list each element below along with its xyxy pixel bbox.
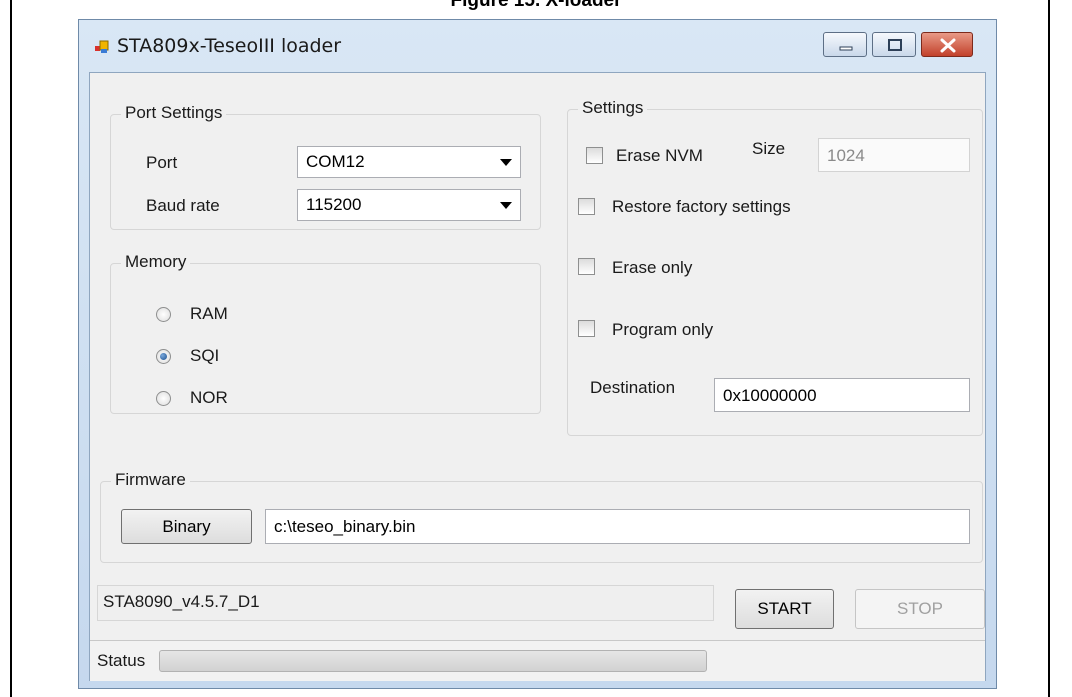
restore-factory-label[interactable]: Restore factory settings xyxy=(612,197,791,217)
program-only-checkbox[interactable] xyxy=(578,320,595,337)
port-settings-group: Port Settings Port COM12 Baud rate 11520… xyxy=(110,103,541,230)
title-bar[interactable]: STA809x-TeseoIII loader xyxy=(79,20,996,64)
app-icon xyxy=(95,40,109,53)
program-only-label[interactable]: Program only xyxy=(612,320,713,340)
baud-rate-select[interactable]: 115200 xyxy=(297,189,521,221)
close-button[interactable] xyxy=(921,32,973,57)
stop-button[interactable]: STOP xyxy=(855,589,985,629)
maximize-icon xyxy=(888,39,902,51)
status-bar: Status xyxy=(90,640,985,681)
radio-sqi-label[interactable]: SQI xyxy=(190,346,219,366)
start-button[interactable]: START xyxy=(735,589,834,629)
settings-title: Settings xyxy=(578,98,648,118)
size-label: Size xyxy=(752,139,786,158)
size-value: 1024 xyxy=(827,146,865,165)
radio-sqi[interactable] xyxy=(156,349,171,364)
memory-group: Memory RAM SQI NOR xyxy=(110,252,541,414)
version-display: STA8090_v4.5.7_D1 xyxy=(97,585,714,621)
firmware-path-field[interactable]: c:\teseo_binary.bin xyxy=(265,509,970,544)
erase-only-checkbox[interactable] xyxy=(578,258,595,275)
maximize-button[interactable] xyxy=(872,32,916,57)
baud-rate-label: Baud rate xyxy=(146,196,220,215)
radio-ram-label[interactable]: RAM xyxy=(190,304,228,324)
window-title: STA809x-TeseoIII loader xyxy=(117,35,342,57)
destination-label: Destination xyxy=(590,378,676,397)
settings-group: Settings Erase NVM Size 1024 Restore fac… xyxy=(567,98,983,436)
erase-nvm-checkbox[interactable] xyxy=(586,147,603,164)
minimize-icon xyxy=(839,46,853,51)
port-label: Port xyxy=(146,153,178,172)
close-icon xyxy=(940,38,956,53)
client-area: Port Settings Port COM12 Baud rate 11520… xyxy=(89,72,986,681)
destination-value: 0x10000000 xyxy=(723,386,817,405)
firmware-title: Firmware xyxy=(111,470,190,490)
port-select[interactable]: COM12 xyxy=(297,146,521,178)
firmware-group: Firmware Binary c:\teseo_binary.bin xyxy=(100,470,983,563)
status-progress-bar xyxy=(159,650,707,672)
erase-nvm-label[interactable]: Erase NVM xyxy=(616,146,703,166)
size-field: 1024 xyxy=(818,138,970,172)
minimize-button[interactable] xyxy=(823,32,867,57)
dropdown-arrow-icon xyxy=(500,202,512,209)
radio-nor[interactable] xyxy=(156,391,171,406)
baud-rate-value: 115200 xyxy=(306,195,362,214)
restore-factory-checkbox[interactable] xyxy=(578,198,595,215)
destination-field[interactable]: 0x10000000 xyxy=(714,378,970,412)
firmware-path-value: c:\teseo_binary.bin xyxy=(274,517,416,536)
radio-nor-label[interactable]: NOR xyxy=(190,388,228,408)
dropdown-arrow-icon xyxy=(500,159,512,166)
port-value: COM12 xyxy=(306,152,365,171)
status-label: Status xyxy=(97,651,146,670)
port-settings-title: Port Settings xyxy=(121,103,227,123)
version-text: STA8090_v4.5.7_D1 xyxy=(103,592,260,611)
memory-title: Memory xyxy=(121,252,191,272)
radio-ram[interactable] xyxy=(156,307,171,322)
loader-window: STA809x-TeseoIII loader Port Settings Po… xyxy=(78,19,997,689)
binary-button[interactable]: Binary xyxy=(121,509,252,544)
erase-only-label[interactable]: Erase only xyxy=(612,258,692,278)
